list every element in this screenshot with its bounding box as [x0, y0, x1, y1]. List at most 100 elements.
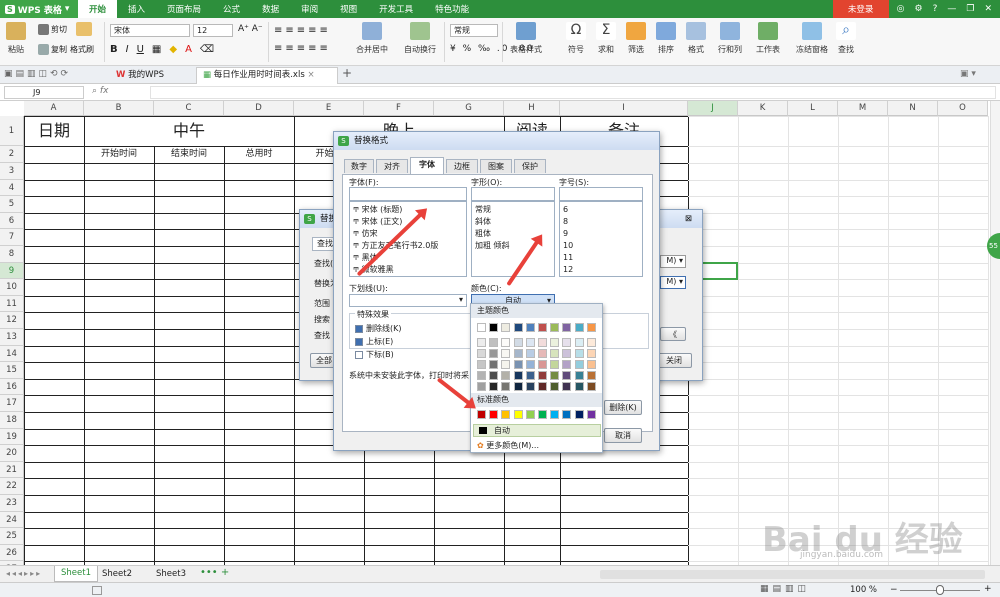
theme-shade-swatch[interactable] [477, 338, 486, 347]
tab-formula[interactable]: 公式 [212, 0, 251, 18]
vertical-scrollbar[interactable] [990, 101, 1000, 565]
standard-color-swatch[interactable] [477, 410, 486, 419]
row-header[interactable]: 18 [0, 412, 24, 429]
row-header[interactable]: 6 [0, 212, 24, 230]
filter-button[interactable]: 筛选 [626, 22, 646, 55]
theme-shade-swatch[interactable] [501, 338, 511, 347]
theme-shade-swatch[interactable] [489, 360, 499, 369]
column-header[interactable]: D [224, 101, 294, 116]
row-header[interactable]: 14 [0, 345, 24, 363]
tab-page-layout[interactable]: 页面布局 [156, 0, 212, 18]
theme-shade-swatch[interactable] [586, 349, 596, 358]
column-header[interactable]: C [154, 101, 224, 116]
theme-color-swatch[interactable] [489, 323, 499, 332]
paste-button[interactable]: 粘贴 [6, 22, 26, 55]
theme-shade-swatch[interactable] [538, 349, 547, 358]
close-tab-icon[interactable]: × [307, 70, 314, 80]
quick-access-icons[interactable]: ▣▤▥◫⟲⟳ [4, 69, 71, 79]
theme-shade-swatch[interactable] [562, 338, 572, 347]
column-header[interactable]: L [788, 101, 838, 116]
sheet-tab-3[interactable]: Sheet3 [156, 569, 186, 579]
theme-shade-swatch[interactable] [513, 349, 523, 358]
theme-shade-swatch[interactable] [501, 371, 511, 380]
theme-shade-swatch[interactable] [525, 349, 535, 358]
standard-color-swatch[interactable] [525, 410, 535, 419]
theme-shade-swatch[interactable] [525, 360, 535, 369]
clear-format-icon[interactable]: ⌫ [200, 44, 214, 55]
underline-select[interactable]: ▾ [349, 294, 467, 307]
row-header[interactable]: 23 [0, 495, 24, 512]
delete-button[interactable]: 删除(K) [604, 400, 642, 415]
cancel-button[interactable]: 取消 [604, 428, 642, 443]
minimize-icon[interactable]: — [947, 4, 956, 14]
tab-developer[interactable]: 开发工具 [368, 0, 424, 18]
new-tab-button[interactable]: + [342, 66, 352, 80]
row-header[interactable]: 22 [0, 478, 24, 495]
row-header[interactable]: 8 [0, 246, 24, 263]
column-header[interactable]: B [84, 101, 154, 116]
size-list-item[interactable]: 10 [563, 240, 639, 252]
theme-shade-swatch[interactable] [525, 371, 535, 380]
tab-data[interactable]: 数据 [251, 0, 290, 18]
theme-shade-swatch[interactable] [477, 382, 486, 391]
theme-shade-swatch[interactable] [513, 360, 523, 369]
size-list-item[interactable]: 6 [563, 204, 639, 216]
theme-shade-swatch[interactable] [538, 382, 547, 391]
theme-shade-swatch[interactable] [489, 349, 499, 358]
theme-shade-swatch[interactable] [489, 338, 499, 347]
more-colors-option[interactable]: ✿ 更多颜色(M)... [473, 440, 539, 451]
formula-input[interactable] [150, 86, 996, 99]
column-header[interactable]: O [938, 101, 988, 116]
add-sheet-button[interactable]: ••• + [200, 567, 229, 578]
skin-icon[interactable]: ◎ [897, 4, 905, 14]
column-header[interactable]: F [364, 101, 434, 116]
find-format-dropdown[interactable]: M) ▾ [660, 255, 686, 268]
tab-home[interactable]: 开始 [78, 0, 118, 18]
strikethrough-checkbox[interactable]: 删除线(K) [355, 323, 402, 334]
row-header[interactable]: 26 [0, 544, 24, 562]
cut-button[interactable]: 剪切 [38, 24, 67, 35]
size-list-item[interactable]: 11 [563, 252, 639, 264]
tab-bar-controls[interactable]: ▣ ▾ [960, 69, 976, 79]
freeze-panes-button[interactable]: 冻结窗格 [796, 22, 828, 55]
tab-alignment[interactable]: 对齐 [376, 159, 408, 173]
theme-color-swatch[interactable] [562, 323, 572, 332]
theme-shade-swatch[interactable] [538, 360, 547, 369]
font-list-item[interactable]: Ͳ 方正友毛笔行书2.0版 [353, 240, 463, 252]
row-header[interactable]: 25 [0, 528, 24, 545]
macro-icon[interactable] [92, 586, 102, 595]
theme-shade-swatch[interactable] [501, 349, 511, 358]
formula-icons[interactable]: ⌕ fx [92, 86, 108, 96]
app-menu-button[interactable]: S WPS 表格 ▾ [0, 0, 78, 18]
superscript-checkbox[interactable]: 上标(E) [355, 336, 393, 347]
row-header[interactable]: 13 [0, 329, 24, 346]
sheet-tab-2[interactable]: Sheet2 [102, 569, 132, 579]
theme-shade-swatch[interactable] [550, 360, 560, 369]
theme-shade-swatch[interactable] [562, 371, 572, 380]
theme-shade-swatch[interactable] [513, 338, 523, 347]
style-list-item[interactable]: 斜体 [475, 216, 551, 228]
fill-color-icon[interactable]: ◆ [169, 44, 177, 55]
tab-number[interactable]: 数字 [344, 159, 374, 173]
tab-font[interactable]: 字体 [410, 157, 444, 174]
theme-color-swatch[interactable] [574, 323, 584, 332]
worksheet-button[interactable]: 工作表 [756, 22, 780, 55]
row-header[interactable]: 19 [0, 428, 24, 446]
close-icon[interactable]: ⊠ [685, 210, 692, 228]
help-icon[interactable]: ? [933, 4, 938, 14]
tab-insert[interactable]: 插入 [117, 0, 156, 18]
format-button[interactable]: 格式 [686, 22, 706, 55]
font-size-input[interactable] [559, 187, 643, 201]
column-header[interactable]: J [688, 101, 738, 116]
column-header[interactable]: H [504, 101, 560, 116]
tab-current-workbook[interactable]: ▦ 每日作业用时时间表.xls × [196, 67, 338, 84]
theme-shade-swatch[interactable] [477, 349, 486, 358]
tab-features[interactable]: 特色功能 [424, 0, 480, 18]
grow-font-button[interactable]: A⁺ A⁻ [238, 24, 263, 34]
column-header[interactable]: G [434, 101, 504, 116]
row-header[interactable]: 7 [0, 229, 24, 246]
theme-color-swatch[interactable] [586, 323, 596, 332]
theme-shade-swatch[interactable] [513, 382, 523, 391]
bold-button[interactable]: B [110, 44, 118, 55]
zoom-slider-handle[interactable] [936, 585, 944, 595]
